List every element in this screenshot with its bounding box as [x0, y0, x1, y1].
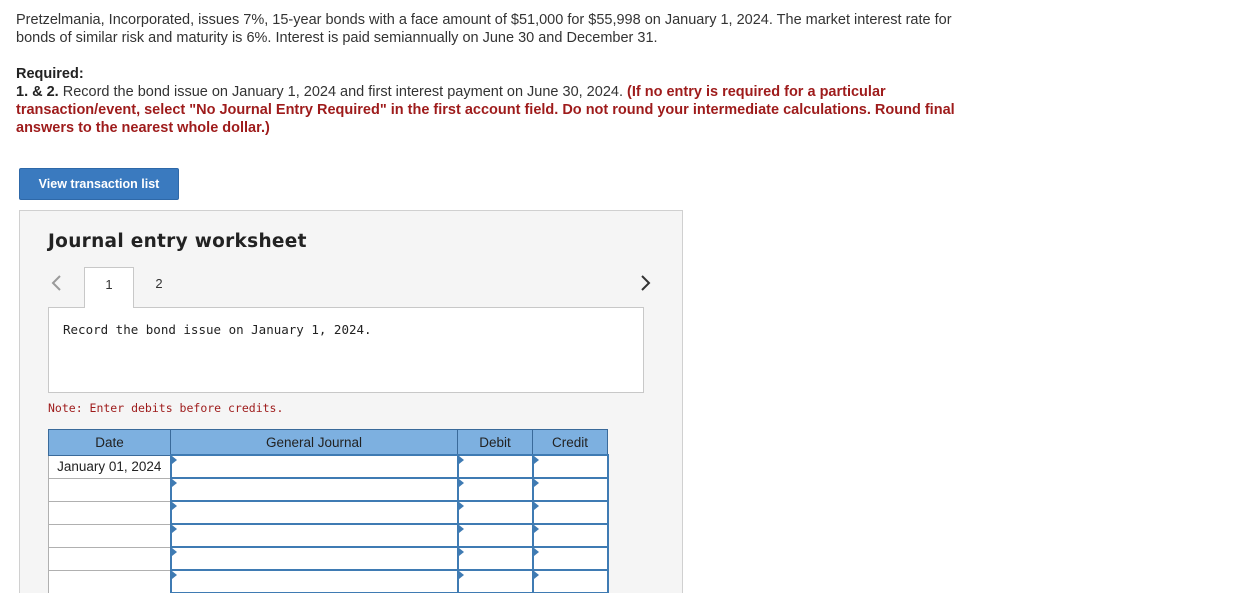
cell-marker-icon	[533, 548, 539, 556]
cell-marker-icon	[171, 479, 177, 487]
account-field[interactable]	[169, 454, 459, 479]
debit-field[interactable]	[456, 454, 534, 479]
page: Pretzelmania, Incorporated, issues 7%, 1…	[0, 0, 1260, 593]
debit-field[interactable]	[456, 500, 534, 525]
cell-marker-icon	[171, 502, 177, 510]
header-date: Date	[48, 429, 171, 456]
cell-marker-icon	[171, 548, 177, 556]
cell-marker-icon	[458, 479, 464, 487]
required-section: Required: 1. & 2. Record the bond issue …	[16, 65, 956, 137]
credit-field[interactable]	[531, 523, 609, 548]
credit-field[interactable]	[531, 500, 609, 525]
table-row: January 01, 2024	[48, 454, 609, 479]
chevron-left-icon	[51, 275, 61, 291]
cell-marker-icon	[533, 456, 539, 464]
table-row	[48, 500, 609, 525]
instruction-box: Record the bond issue on January 1, 2024…	[48, 307, 644, 393]
tab-entry-1[interactable]: 1	[84, 267, 134, 308]
header-credit: Credit	[532, 429, 608, 456]
debit-field[interactable]	[456, 523, 534, 548]
cell-marker-icon	[458, 502, 464, 510]
cell-marker-icon	[533, 525, 539, 533]
cell-marker-icon	[171, 571, 177, 579]
required-task: Record the bond issue on January 1, 2024…	[58, 84, 628, 100]
problem-statement: Pretzelmania, Incorporated, issues 7%, 1…	[16, 11, 956, 47]
date-cell	[48, 500, 171, 525]
cell-marker-icon	[171, 525, 177, 533]
account-field[interactable]	[169, 523, 459, 548]
account-field[interactable]	[169, 569, 459, 593]
cell-marker-icon	[458, 571, 464, 579]
journal-header-row: Date General Journal Debit Credit	[48, 429, 608, 456]
table-row	[48, 569, 609, 593]
debit-field[interactable]	[456, 546, 534, 571]
tab-label: 1	[105, 277, 113, 292]
view-transaction-list-button[interactable]: View transaction list	[19, 168, 179, 200]
table-row	[48, 523, 609, 548]
date-cell: January 01, 2024	[48, 454, 171, 479]
required-title: Required:	[16, 66, 84, 82]
cell-marker-icon	[458, 525, 464, 533]
prev-entry-button[interactable]	[46, 271, 68, 295]
date-cell	[48, 569, 171, 593]
cell-marker-icon	[533, 502, 539, 510]
credit-field[interactable]	[531, 454, 609, 479]
credit-field[interactable]	[531, 477, 609, 502]
date-cell	[48, 523, 171, 548]
required-body: 1. & 2. Record the bond issue on January…	[16, 83, 956, 137]
header-general-journal: General Journal	[170, 429, 458, 456]
credit-field[interactable]	[531, 546, 609, 571]
cell-marker-icon	[533, 571, 539, 579]
next-entry-button[interactable]	[634, 271, 656, 295]
chevron-right-icon	[641, 275, 651, 291]
date-cell	[48, 546, 171, 571]
cell-marker-icon	[458, 456, 464, 464]
table-row	[48, 546, 609, 571]
debit-field[interactable]	[456, 569, 534, 593]
debit-field[interactable]	[456, 477, 534, 502]
note-text: Note: Enter debits before credits.	[48, 401, 284, 415]
tab-label: 2	[155, 276, 163, 291]
journal-entry-worksheet: Journal entry worksheet 1 2 Record the b…	[19, 210, 683, 593]
cell-marker-icon	[458, 548, 464, 556]
required-number: 1. & 2.	[16, 84, 59, 100]
instruction-text: Record the bond issue on January 1, 2024…	[63, 322, 372, 337]
problem-text: Pretzelmania, Incorporated, issues 7%, 1…	[16, 12, 952, 46]
journal-table: Date General Journal Debit Credit Januar…	[48, 429, 609, 593]
credit-field[interactable]	[531, 569, 609, 593]
header-debit: Debit	[457, 429, 533, 456]
worksheet-title: Journal entry worksheet	[48, 231, 307, 252]
date-cell	[48, 477, 171, 502]
table-row	[48, 477, 609, 502]
cell-marker-icon	[533, 479, 539, 487]
account-field[interactable]	[169, 477, 459, 502]
tab-entry-2[interactable]: 2	[136, 267, 182, 308]
cell-marker-icon	[171, 456, 177, 464]
account-field[interactable]	[169, 500, 459, 525]
account-field[interactable]	[169, 546, 459, 571]
